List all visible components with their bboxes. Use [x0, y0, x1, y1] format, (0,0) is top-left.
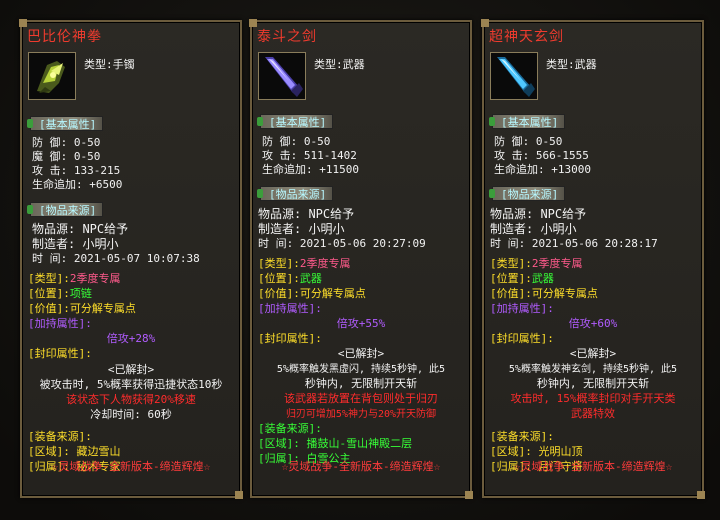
- region-label: [区域]:: [258, 437, 300, 450]
- bonus-value: 倍攻+28%: [106, 332, 156, 345]
- info-price-value: 可分解专属点: [299, 287, 366, 300]
- seal-desc: 秒钟内, 无限制开天斩: [536, 377, 650, 390]
- equip-source-label: [装备来源]:: [490, 430, 554, 443]
- info-price-row: [价值]:可分解专属点: [490, 285, 598, 301]
- info-pos-row: [位置]:武器: [258, 270, 322, 286]
- info-type-row: [类型]:2季度专属: [490, 255, 583, 271]
- basic-attributes-header: [基本属性]: [256, 114, 334, 129]
- equip-source-label: [装备来源]:: [28, 430, 92, 443]
- info-pos-row: [位置]:武器: [490, 270, 554, 286]
- item-type: 类型:武器: [314, 58, 365, 71]
- region-label: [区域]:: [28, 445, 70, 458]
- seal-state: <已解封>: [107, 363, 155, 376]
- info-type-label: [类型]:: [490, 257, 532, 270]
- item-name: 泰斗之剑: [257, 28, 317, 44]
- region-value: 光明山顶: [538, 445, 583, 458]
- seal-desc: 冷却时间: 60秒: [90, 408, 172, 421]
- equip-source-label: [装备来源]:: [258, 422, 322, 435]
- basic-attributes-header: [基本属性]: [488, 114, 566, 129]
- item-type: 类型:武器: [546, 58, 597, 71]
- info-type-label: [类型]:: [258, 257, 300, 270]
- info-pos-value: 项链: [69, 287, 92, 300]
- info-type-label: [类型]:: [28, 272, 70, 285]
- region-label: [区域]:: [490, 445, 532, 458]
- seal-state: <已解封>: [569, 347, 617, 360]
- basic-attributes-header: [基本属性]: [26, 116, 104, 131]
- info-price-label: [价值]:: [28, 302, 70, 315]
- seal-desc: 该武器若放置在背包则处于归刃: [284, 392, 438, 405]
- info-price-value: 可分解专属点: [531, 287, 598, 300]
- bonus-value: 倍攻+60%: [568, 317, 618, 330]
- info-price-row: [价值]:可分解专属点: [28, 300, 136, 316]
- seal-desc: 归刃可增加5%神力与20%开天防御: [285, 409, 437, 420]
- item-name: 巴比伦神拳: [27, 28, 102, 44]
- info-type-value: 2季度专属: [69, 272, 121, 285]
- info-pos-row: [位置]:项链: [28, 285, 92, 301]
- stat-line: 生命追加: +11500: [262, 163, 359, 176]
- info-type-row: [类型]:2季度专属: [28, 270, 121, 286]
- item-name: 超神天玄剑: [489, 28, 564, 44]
- item-type: 类型:手镯: [84, 58, 135, 71]
- item-tooltip-card-2: 泰斗之剑 类型:武器 [基本属性] 防 御: 0-50 攻 击: 511-140…: [249, 19, 473, 499]
- stat-line: 生命追加: +13000: [494, 163, 591, 176]
- region-row: [区域]: 播鼓山-雪山神殿二层: [258, 435, 412, 451]
- promo-footer: ☆灵域战争-全新版本-缔造辉煌☆: [513, 460, 673, 473]
- region-row: [区域]: 光明山顶: [490, 443, 583, 459]
- source-line: 时 间: 2021-05-06 20:27:09: [258, 237, 426, 250]
- info-type-row: [类型]:2季度专属: [258, 255, 351, 271]
- info-pos-label: [位置]:: [258, 272, 300, 285]
- seal-state: <已解封>: [337, 347, 385, 360]
- seal-desc: 秒钟内, 无限制开天斩: [304, 377, 418, 390]
- bracelet-icon: [28, 52, 76, 100]
- region-value: 藏边雪山: [76, 445, 121, 458]
- region-value: 播鼓山-雪山神殿二层: [306, 437, 413, 450]
- bonus-value: 倍攻+55%: [336, 317, 386, 330]
- seal-desc: 该状态下人物获得20%移速: [66, 393, 196, 406]
- bonus-label: [加持属性]:: [28, 317, 92, 330]
- stat-line: 生命追加: +6500: [32, 178, 123, 191]
- promo-footer: ☆灵域战争-全新版本-缔造辉煌☆: [51, 460, 211, 473]
- info-type-value: 2季度专属: [299, 257, 351, 270]
- item-tooltip-card-1: 巴比伦神拳 类型:手镯 [基本属性] 防 御: 0-50 魔 御: 0-50 攻…: [19, 19, 243, 499]
- item-tooltip-card-3: 超神天玄剑 类型:武器 [基本属性] 防 御: 0-50 攻 击: 566-15…: [481, 19, 705, 499]
- source-line: 时 间: 2021-05-07 10:07:38: [32, 252, 200, 265]
- source-line: 时 间: 2021-05-06 20:28:17: [490, 237, 658, 250]
- seal-desc: 被攻击时, 5%概率获得迅捷状态10秒: [39, 378, 223, 391]
- seal-label: [封印属性]:: [258, 332, 322, 345]
- seal-desc: 攻击时, 15%概率封印对手开天类: [510, 392, 676, 405]
- seal-desc: 5%概率触发神玄剑, 持续5秒钟, 此5: [508, 364, 678, 375]
- item-source-header: [物品来源]: [488, 186, 566, 201]
- info-pos-value: 武器: [531, 272, 554, 285]
- info-price-label: [价值]:: [258, 287, 300, 300]
- info-pos-value: 武器: [299, 272, 322, 285]
- seal-label: [封印属性]:: [28, 347, 92, 360]
- info-price-value: 可分解专属点: [69, 302, 136, 315]
- region-row: [区域]: 藏边雪山: [28, 443, 121, 459]
- info-pos-label: [位置]:: [490, 272, 532, 285]
- promo-footer: ☆灵域战争-全新版本-缔造辉煌☆: [281, 460, 441, 473]
- bonus-label: [加持属性]:: [490, 302, 554, 315]
- sword-icon: [490, 52, 538, 100]
- info-price-label: [价值]:: [490, 287, 532, 300]
- info-pos-label: [位置]:: [28, 287, 70, 300]
- item-source-header: [物品来源]: [26, 202, 104, 217]
- item-source-header: [物品来源]: [256, 186, 334, 201]
- seal-desc: 5%概率触发黑虚闪, 持续5秒钟, 此5: [276, 364, 446, 375]
- sword-icon: [258, 52, 306, 100]
- seal-desc: 武器特效: [571, 407, 615, 420]
- info-type-value: 2季度专属: [531, 257, 583, 270]
- info-price-row: [价值]:可分解专属点: [258, 285, 366, 301]
- bonus-label: [加持属性]:: [258, 302, 322, 315]
- seal-label: [封印属性]:: [490, 332, 554, 345]
